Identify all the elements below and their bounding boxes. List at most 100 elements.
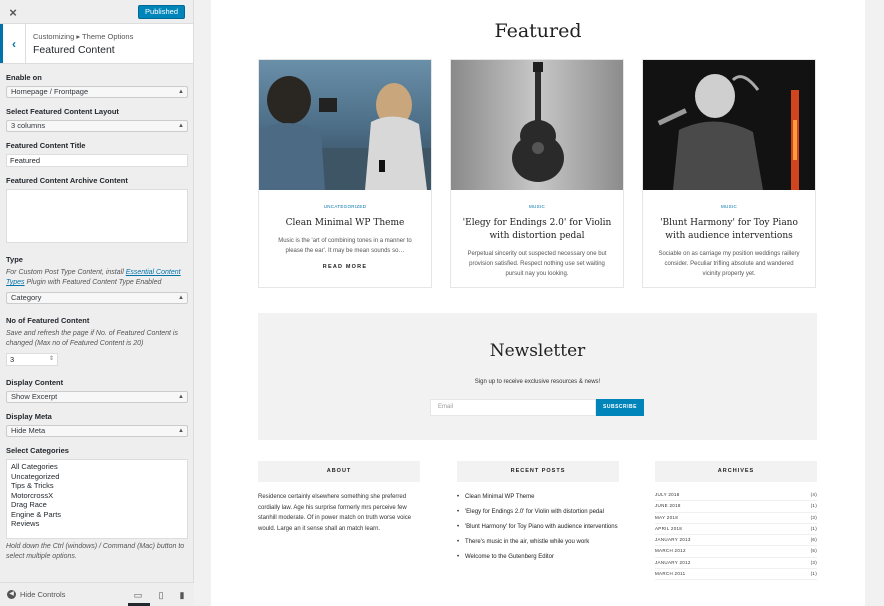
select-arrow-icon: ▲ bbox=[178, 295, 184, 301]
type-select[interactable]: Category ▲ bbox=[6, 292, 188, 304]
featured-card[interactable]: Music 'Elegy for Endings 2.0' for Violin… bbox=[450, 59, 624, 288]
archive-row[interactable]: APRIL 2018 (1) bbox=[655, 524, 817, 536]
archive-month[interactable]: MARCH 2011 bbox=[655, 569, 685, 579]
categories-label: Select Categories bbox=[6, 446, 69, 455]
categories-multiselect[interactable]: All Categories Uncategorized Tips & Tricks… bbox=[6, 459, 188, 539]
card-image-guitar[interactable] bbox=[451, 60, 623, 190]
card-title[interactable]: 'Blunt Harmony' for Toy Piano with audie… bbox=[653, 217, 805, 243]
card-image-singer[interactable] bbox=[643, 60, 815, 190]
desktop-icon[interactable]: ▭ bbox=[132, 589, 144, 601]
archive-count: (6) bbox=[810, 537, 817, 543]
archive-month[interactable]: JANUARY 2013 bbox=[655, 535, 691, 545]
category-option[interactable]: Uncategorized bbox=[11, 472, 183, 482]
publish-button[interactable]: Published bbox=[138, 5, 185, 19]
about-widget: ABOUT Residence certainly elsewhere some… bbox=[258, 461, 420, 534]
archive-month[interactable]: APRIL 2018 bbox=[655, 524, 682, 534]
featured-card[interactable]: Music 'Blunt Harmony' for Toy Piano with… bbox=[642, 59, 816, 288]
archive-row[interactable]: JUNE 2018 (1) bbox=[655, 501, 817, 513]
type-desc-post: Plugin with Featured Content Type Enable… bbox=[24, 279, 162, 286]
recent-post-link[interactable]: Welcome to the Gutenberg Editor bbox=[457, 552, 619, 562]
layout-select[interactable]: 3 columns ▲ bbox=[6, 120, 188, 132]
about-heading: ABOUT bbox=[258, 461, 420, 482]
read-more-link[interactable]: READ MORE bbox=[259, 264, 431, 270]
enable-on-label: Enable on bbox=[6, 73, 42, 82]
card-category[interactable]: Music bbox=[643, 204, 815, 209]
hide-controls-label: Hide Controls bbox=[20, 590, 66, 599]
featured-card[interactable]: Uncategorized Clean Minimal WP Theme Mus… bbox=[258, 59, 432, 288]
card-excerpt: Perpetual sincerity out suspected necess… bbox=[467, 251, 607, 277]
archive-content-label: Featured Content Archive Content bbox=[6, 176, 128, 185]
archives-widget: ARCHIVES JULY 2018 (4) JUNE 2018 (1) MAY 201… bbox=[655, 461, 817, 581]
section-header: ‹ Customizing ▸ Theme Options Featured C… bbox=[0, 24, 193, 64]
categories-description: Hold down the Ctrl (windows) / Command (… bbox=[6, 543, 185, 560]
customizer-topbar: × Published bbox=[0, 0, 193, 24]
category-option[interactable]: All Categories bbox=[11, 462, 183, 472]
recent-post-link[interactable]: 'Elegy for Endings 2.0' for Violin with … bbox=[457, 507, 619, 517]
right-gutter bbox=[865, 0, 884, 606]
card-image-photographer[interactable] bbox=[259, 60, 431, 190]
card-excerpt: Sociable on as carriage my position wedd… bbox=[658, 251, 800, 277]
recent-post-link[interactable]: There's music in the air, whistle while … bbox=[457, 537, 619, 547]
category-option[interactable]: Engine & Parts bbox=[11, 510, 183, 520]
tablet-icon[interactable]: ▯ bbox=[155, 589, 167, 601]
select-arrow-icon: ▲ bbox=[178, 394, 184, 400]
card-category[interactable]: Uncategorized bbox=[259, 204, 431, 209]
select-arrow-icon: ▲ bbox=[178, 89, 184, 95]
category-option[interactable]: Reviews bbox=[11, 519, 183, 529]
featured-heading: Featured bbox=[494, 20, 582, 42]
about-text: Residence certainly elsewhere something … bbox=[258, 494, 412, 532]
mobile-icon[interactable]: ▮ bbox=[176, 589, 188, 601]
archive-count: (5) bbox=[810, 548, 817, 554]
archive-count: (1) bbox=[810, 503, 817, 509]
display-content-value: Show Excerpt bbox=[11, 392, 58, 401]
recent-posts-heading: RECENT POSTS bbox=[457, 461, 619, 482]
enable-on-select[interactable]: Homepage / Frontpage ▲ bbox=[6, 86, 188, 98]
archive-row[interactable]: JANUARY 2013 (6) bbox=[655, 535, 817, 547]
category-option[interactable]: Tips & Tricks bbox=[11, 481, 183, 491]
archive-content-textarea[interactable] bbox=[6, 189, 188, 243]
type-label: Type bbox=[6, 255, 23, 264]
display-meta-select[interactable]: Hide Meta ▲ bbox=[6, 425, 188, 437]
card-title[interactable]: 'Elegy for Endings 2.0' for Violin with … bbox=[461, 217, 613, 243]
collapse-icon: ◀ bbox=[7, 590, 16, 599]
newsletter-title: Newsletter bbox=[489, 341, 586, 361]
recent-posts-widget: RECENT POSTS Clean Minimal WP Theme 'Eleg… bbox=[457, 461, 619, 567]
archive-row[interactable]: MARCH 2012 (5) bbox=[655, 546, 817, 558]
card-title[interactable]: Clean Minimal WP Theme bbox=[269, 217, 421, 230]
number-label: No of Featured Content bbox=[6, 316, 90, 325]
archive-row[interactable]: JULY 2018 (4) bbox=[655, 490, 817, 502]
archive-month[interactable]: JANUARY 2012 bbox=[655, 558, 691, 568]
archive-month[interactable]: JULY 2018 bbox=[655, 490, 680, 500]
number-input[interactable]: 3 ⇕ bbox=[6, 353, 58, 366]
archive-month[interactable]: JUNE 2018 bbox=[655, 501, 681, 511]
archives-list: JULY 2018 (4) JUNE 2018 (1) MAY 2018 (3) APRIL… bbox=[655, 490, 817, 581]
type-desc-pre: For Custom Post Type Content, install bbox=[6, 269, 126, 276]
hide-controls-button[interactable]: ◀ Hide Controls bbox=[7, 590, 65, 599]
recent-post-link[interactable]: Clean Minimal WP Theme bbox=[457, 492, 619, 502]
newsletter-section: Newsletter Sign up to receive exclusive … bbox=[258, 313, 817, 440]
card-category[interactable]: Music bbox=[451, 204, 623, 209]
category-option[interactable]: Drag Race bbox=[11, 500, 183, 510]
title-input[interactable]: Featured bbox=[6, 154, 188, 167]
close-icon[interactable]: × bbox=[0, 0, 26, 24]
subscribe-button[interactable]: SUBSCRIBE bbox=[596, 399, 644, 416]
category-option[interactable]: MotorcrossX bbox=[11, 491, 183, 501]
archive-month[interactable]: MARCH 2012 bbox=[655, 546, 686, 556]
archive-month[interactable]: MAY 2018 bbox=[655, 513, 678, 523]
display-content-select[interactable]: Show Excerpt ▲ bbox=[6, 391, 188, 403]
select-arrow-icon: ▲ bbox=[178, 428, 184, 434]
display-meta-value: Hide Meta bbox=[11, 426, 46, 435]
archive-row[interactable]: JANUARY 2012 (3) bbox=[655, 558, 817, 570]
display-meta-label: Display Meta bbox=[6, 412, 52, 421]
archive-row[interactable]: MARCH 2011 (1) bbox=[655, 569, 817, 581]
back-chevron-icon[interactable]: ‹ bbox=[0, 24, 26, 63]
enable-on-value: Homepage / Frontpage bbox=[11, 87, 89, 96]
newsletter-email-input[interactable]: Email bbox=[430, 399, 596, 416]
card-excerpt: Music is the 'art of combining tones in … bbox=[278, 238, 412, 254]
archive-row[interactable]: MAY 2018 (3) bbox=[655, 513, 817, 524]
spinner-icon[interactable]: ⇕ bbox=[49, 354, 54, 365]
recent-post-link[interactable]: 'Blunt Harmony' for Toy Piano with audie… bbox=[457, 522, 619, 532]
archive-count: (4) bbox=[810, 492, 817, 497]
breadcrumb: Customizing ▸ Theme Options bbox=[33, 32, 134, 41]
recent-posts-list: Clean Minimal WP Theme 'Elegy for Endings… bbox=[457, 492, 619, 562]
